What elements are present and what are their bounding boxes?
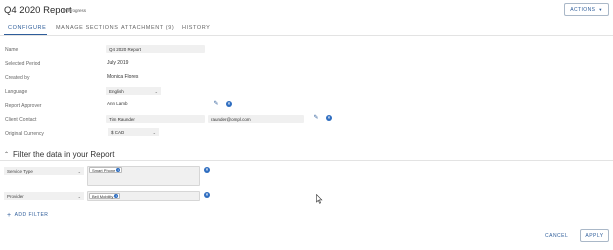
chevron-down-icon: ▼ (598, 7, 603, 12)
filter-chip: Smart Phone × (89, 167, 123, 173)
client-contact-email-field[interactable]: raunder@ompl.com (208, 115, 304, 123)
chevron-down-icon: ⌄ (77, 168, 81, 174)
language-select[interactable]: English ⌄ (106, 87, 161, 95)
name-label: Name (5, 47, 19, 53)
chevron-down-icon: ⌄ (154, 88, 158, 94)
remove-filter-close-icon[interactable]: × (204, 167, 210, 173)
mouse-cursor-icon (316, 191, 323, 209)
filter-field-select[interactable]: Service Type ⌄ (4, 167, 84, 175)
filter-field-select[interactable]: Provider ⌄ (4, 192, 84, 200)
actions-button[interactable]: ACTIONS ▼ (564, 3, 609, 16)
apply-button-label: APPLY (585, 232, 604, 239)
add-filter-button[interactable]: + ADD FILTER (7, 211, 49, 219)
section-divider (0, 160, 613, 161)
currency-select-value: $ CAD (111, 129, 125, 135)
remove-chip-close-icon[interactable]: × (114, 194, 119, 198)
original-currency-label: Original Currency (5, 131, 44, 137)
tabs-divider (0, 35, 613, 36)
filter-section-header[interactable]: ⌃ Filter the data in your Report (4, 150, 114, 159)
filter-chip-label: Bell Mobility (92, 193, 114, 199)
tab-history[interactable]: HISTORY (182, 25, 210, 31)
created-by-label: Created by (5, 75, 30, 81)
edit-contact-pencil-icon[interactable]: ✎ (313, 115, 319, 121)
report-approver-value: Ann Lamb (107, 101, 128, 106)
filter-field-value: Service Type (7, 168, 33, 174)
client-contact-label: Client Contact (5, 117, 37, 123)
language-select-value: English (109, 88, 124, 94)
edit-approver-pencil-icon[interactable]: ✎ (213, 101, 219, 107)
remove-filter-close-icon[interactable]: × (204, 192, 210, 198)
filter-field-value: Provider (7, 193, 24, 199)
chevron-down-icon: ⌄ (152, 129, 156, 135)
remove-contact-close-icon[interactable]: × (326, 115, 332, 121)
created-by-value: Monica Flores (107, 74, 139, 80)
filter-chip-label: Smart Phone (92, 167, 116, 173)
tab-manage-sections[interactable]: MANAGE SECTIONS (56, 25, 118, 31)
tab-configure[interactable]: CONFIGURE (8, 25, 46, 31)
apply-button[interactable]: APPLY (580, 229, 609, 242)
name-field[interactable]: Q4 2020 Report (106, 45, 205, 53)
add-filter-label: ADD FILTER (14, 212, 49, 218)
filter-section-title: Filter the data in your Report (13, 150, 115, 159)
actions-button-label: ACTIONS (570, 6, 596, 13)
filter-chip: Bell Mobility × (89, 193, 121, 199)
page-title: Q4 2020 Report (4, 5, 72, 16)
cancel-button[interactable]: CANCEL (545, 233, 568, 239)
status-badge: In Progress (63, 8, 87, 13)
language-label: Language (5, 89, 28, 95)
client-contact-name-field[interactable]: Tim Raunder (106, 115, 205, 123)
selected-period-label: Selected Period (5, 61, 41, 67)
selected-period-value: July 2019 (107, 60, 129, 66)
plus-icon: + (7, 211, 12, 219)
report-approver-label: Report Approver (5, 103, 42, 109)
tab-attachment[interactable]: ATTACHMENT (9) (121, 25, 174, 31)
remove-chip-close-icon[interactable]: × (116, 168, 121, 172)
currency-select[interactable]: $ CAD ⌄ (108, 128, 159, 136)
remove-approver-close-icon[interactable]: × (226, 101, 232, 107)
chevron-up-icon: ⌃ (4, 152, 10, 158)
chevron-down-icon: ⌄ (77, 193, 81, 199)
